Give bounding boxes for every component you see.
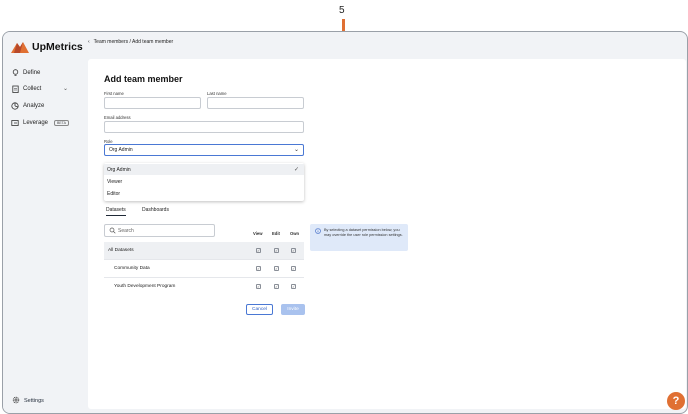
column-header-view: View [253,231,263,236]
logo: UpMetrics [11,41,83,53]
sidebar: UpMetrics Define Collect ⌄ Analyze Lever… [3,32,83,413]
breadcrumb-text: Team members / Add team member [93,39,174,45]
app-window: UpMetrics Define Collect ⌄ Analyze Lever… [2,31,688,414]
view-checkbox[interactable]: ✓ [256,266,261,271]
chevron-down-icon: ⌄ [293,147,299,153]
own-checkbox[interactable]: ✓ [291,284,296,289]
view-checkbox[interactable]: ✓ [256,284,261,289]
tab-datasets[interactable]: Datasets [106,207,126,216]
breadcrumb: ‹ Team members / Add team member [88,39,173,45]
edit-checkbox[interactable]: ✓ [274,248,279,253]
last-name-label: Last name [207,91,227,96]
settings-link[interactable]: Settings [12,396,44,406]
role-dropdown-menu: Org Admin ✓ Viewer Editor [104,163,304,201]
edit-checkbox[interactable]: ✓ [274,266,279,271]
sidebar-item-leverage[interactable]: Leverage BETA [11,119,69,127]
help-button[interactable]: ? [667,392,685,410]
sidebar-item-label: Collect [23,86,42,92]
search-icon [109,227,116,234]
info-icon [315,228,321,234]
beta-badge: BETA [54,120,69,126]
search-placeholder: Search [118,228,134,234]
main-panel: Add team member First name Last name Ema… [88,59,686,409]
brand-name: UpMetrics [32,41,83,53]
pie-chart-icon [11,102,19,110]
view-checkbox[interactable]: ✓ [256,248,261,253]
sidebar-item-define[interactable]: Define [11,69,40,77]
email-label: Email address [104,115,131,120]
table-row: All Datasets ✓ ✓ ✓ [104,242,304,260]
row-label: All Datasets [108,248,134,253]
back-chevron-icon[interactable]: ‹ [88,39,90,45]
last-name-input[interactable] [207,97,304,109]
row-label: Youth Development Program [114,284,176,289]
gear-icon [12,396,20,406]
sidebar-item-label: Analyze [23,103,45,109]
edit-checkbox[interactable]: ✓ [274,284,279,289]
role-option-viewer[interactable]: Viewer [104,176,304,187]
clipboard-icon [11,85,19,93]
role-select[interactable]: Org Admin ⌄ [104,144,304,156]
email-input[interactable] [104,121,304,133]
sidebar-item-analyze[interactable]: Analyze [11,102,44,110]
own-checkbox[interactable]: ✓ [291,248,296,253]
info-text: By selecting a dataset permission below,… [324,228,403,237]
tab-dashboards[interactable]: Dashboards [142,207,169,213]
table-row: Youth Development Program ✓ ✓ ✓ [104,278,304,296]
check-icon: ✓ [293,167,299,173]
column-header-edit: Edit [272,231,280,236]
row-label: Community Data [114,266,150,271]
first-name-input[interactable] [104,97,201,109]
role-option-org-admin[interactable]: Org Admin ✓ [104,164,304,175]
lightbulb-icon [11,69,19,77]
sidebar-item-label: Leverage [23,120,49,126]
upmetrics-logo-icon [11,42,29,53]
sidebar-item-label: Define [23,70,41,76]
table-row: Community Data ✓ ✓ ✓ [104,260,304,278]
own-checkbox[interactable]: ✓ [291,266,296,271]
sidebar-item-collect[interactable]: Collect [11,85,41,93]
first-name-label: First name [104,91,124,96]
role-select-value: Org Admin [109,147,133,153]
chevron-down-icon[interactable]: ⌄ [63,85,68,92]
column-header-own: Own [290,231,300,236]
cancel-button[interactable]: Cancel [246,304,273,315]
info-callout: By selecting a dataset permission below,… [310,224,408,251]
page-title: Add team member [104,74,183,84]
annotation-number: 5 [339,5,345,16]
invite-button[interactable]: Invite [281,304,305,315]
share-icon [11,119,19,127]
role-option-editor[interactable]: Editor [104,188,304,199]
search-input[interactable]: Search [104,224,215,237]
settings-label: Settings [24,398,44,404]
